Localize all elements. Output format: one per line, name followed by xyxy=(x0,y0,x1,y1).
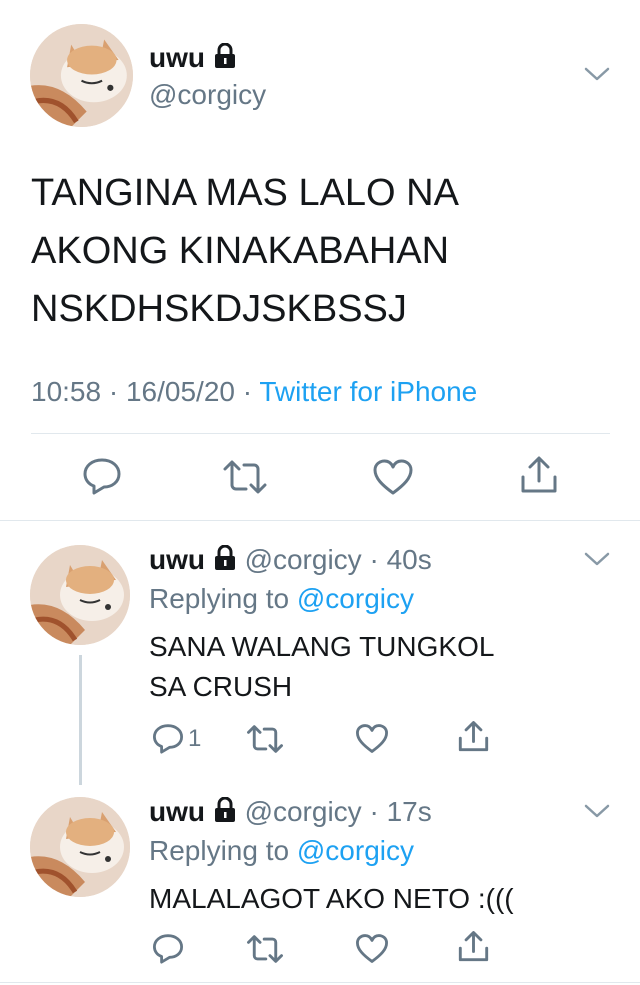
like-icon xyxy=(356,724,388,753)
reply-button[interactable] xyxy=(152,933,184,964)
reply-icon xyxy=(153,934,183,964)
display-name[interactable]: uwu xyxy=(149,42,237,76)
replying-to-label: Replying to xyxy=(149,835,290,866)
tweet-text-line: MALALAGOT AKO NETO :((( xyxy=(149,883,514,914)
share-button[interactable] xyxy=(457,720,490,753)
tweet-age[interactable]: 17s xyxy=(387,796,432,827)
retweet-button[interactable] xyxy=(246,724,284,754)
display-name[interactable]: uwu xyxy=(149,796,205,827)
replying-to-link[interactable]: @corgicy xyxy=(297,583,414,614)
divider xyxy=(0,982,640,983)
reply-count: 1 xyxy=(188,724,202,752)
lock-icon xyxy=(213,42,237,76)
chevron-down-icon[interactable] xyxy=(584,803,610,819)
retweet-icon xyxy=(247,935,283,963)
separator: · xyxy=(108,376,119,407)
share-icon xyxy=(458,721,489,752)
reply-icon xyxy=(153,724,183,754)
divider xyxy=(31,433,610,434)
display-name-text: uwu xyxy=(149,42,205,73)
tweet-text: TANGINA MAS LALO NA AKONG KINAKABAHAN NS… xyxy=(31,164,459,338)
chevron-down-icon[interactable] xyxy=(584,66,610,82)
reply-header: uwu @corgicy · 17s xyxy=(149,795,432,831)
tweet-text-line: TANGINA MAS LALO NA xyxy=(31,172,459,214)
tweet-text-line: SANA WALANG TUNGKOL xyxy=(149,631,495,662)
replying-to: Replying to @corgicy xyxy=(149,834,414,868)
lock-icon xyxy=(213,544,237,579)
share-icon xyxy=(458,931,489,962)
user-handle[interactable]: @corgicy xyxy=(245,544,362,575)
tweet-text: SANA WALANG TUNGKOL SA CRUSH xyxy=(149,627,494,707)
separator: · xyxy=(369,544,379,575)
avatar[interactable] xyxy=(30,797,130,897)
chevron-down-icon[interactable] xyxy=(584,551,610,567)
reply-button[interactable]: 1 xyxy=(152,723,201,754)
replying-to: Replying to @corgicy xyxy=(149,582,414,616)
like-icon xyxy=(373,459,413,495)
retweet-icon xyxy=(247,725,283,753)
share-button[interactable] xyxy=(457,930,490,963)
avatar[interactable] xyxy=(30,545,130,645)
user-handle[interactable]: @corgicy xyxy=(245,796,362,827)
lock-icon xyxy=(213,796,237,831)
reply-icon xyxy=(83,458,121,495)
tweet-text-line: NSKDHSKDJSKBSSJ xyxy=(31,288,407,330)
like-icon xyxy=(356,934,388,963)
reply-button[interactable] xyxy=(82,457,122,495)
thread-line xyxy=(79,655,82,785)
tweet-text-line: SA CRUSH xyxy=(149,671,293,702)
corgi-avatar-image xyxy=(30,797,130,897)
like-button[interactable] xyxy=(355,933,389,964)
like-button[interactable] xyxy=(355,723,389,754)
share-button[interactable] xyxy=(519,455,559,495)
replying-to-label: Replying to xyxy=(149,583,290,614)
retweet-button[interactable] xyxy=(246,934,284,964)
divider xyxy=(0,520,640,521)
like-button[interactable] xyxy=(372,458,414,496)
tweet-text-line: AKONG KINAKABAHAN xyxy=(31,230,450,272)
replying-to-link[interactable]: @corgicy xyxy=(297,835,414,866)
tweet-age[interactable]: 40s xyxy=(387,544,432,575)
tweet-text: MALALAGOT AKO NETO :((( xyxy=(149,879,514,919)
reply-header: uwu @corgicy · 40s xyxy=(149,543,432,579)
display-name[interactable]: uwu xyxy=(149,544,205,575)
retweet-button[interactable] xyxy=(222,459,268,495)
corgi-avatar-image xyxy=(30,24,133,127)
separator: · xyxy=(242,376,253,407)
separator: · xyxy=(369,796,379,827)
corgi-avatar-image xyxy=(30,545,130,645)
tweet-time: 10:58 xyxy=(31,376,102,407)
share-icon xyxy=(521,456,557,493)
user-handle[interactable]: @corgicy xyxy=(149,78,266,112)
retweet-icon xyxy=(223,460,267,494)
tweet-meta: 10:58 · 16/05/20 · Twitter for iPhone xyxy=(31,375,477,409)
avatar[interactable] xyxy=(30,24,133,127)
tweet-date: 16/05/20 xyxy=(125,376,235,407)
tweet-source-link[interactable]: Twitter for iPhone xyxy=(259,376,477,407)
